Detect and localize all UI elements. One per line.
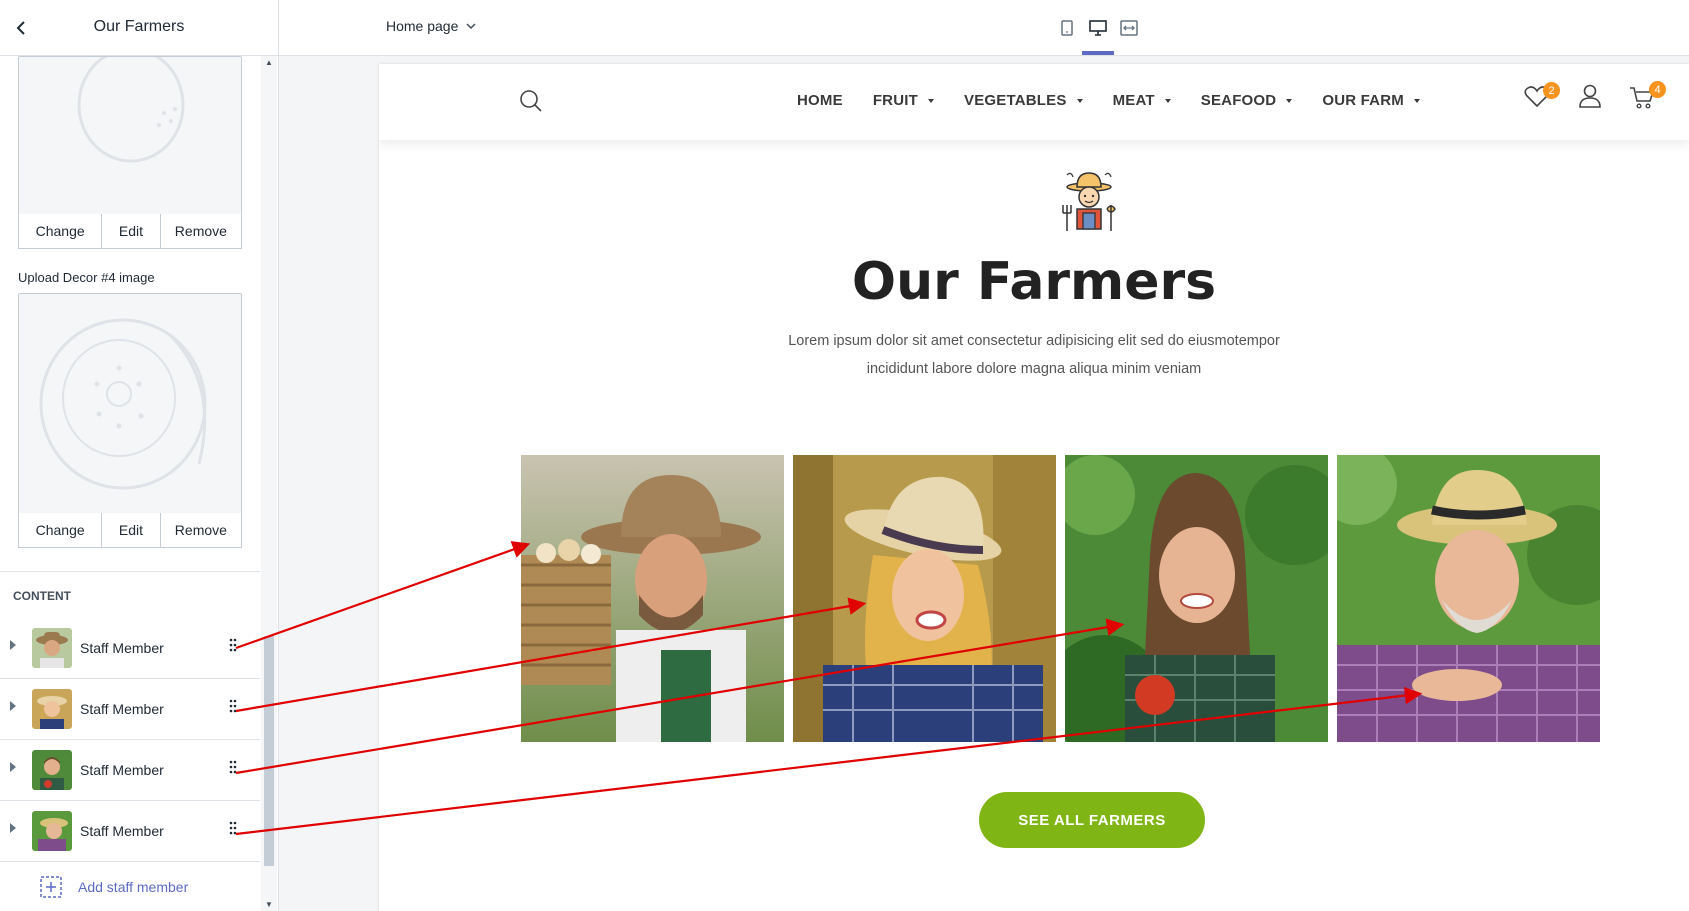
drag-handle-icon[interactable] [228,636,238,654]
content-heading: CONTENT [13,589,71,603]
farmer-photo-1[interactable] [521,455,784,742]
staff-thumbnail-3 [32,750,72,790]
fullwidth-view-button[interactable] [1117,16,1141,40]
lemon-illustration [77,47,185,163]
add-staff-member-label: Add staff member [78,879,189,895]
nav-home[interactable]: HOME [797,92,843,109]
dropdown-caret-icon [1413,98,1420,103]
nav-seafood-label: SEAFOOD [1200,92,1277,109]
scroll-down-icon[interactable]: ▼ [265,900,273,909]
decor-image-4-preview[interactable] [18,293,242,515]
staff-member-label: Staff Member [80,701,164,717]
staff-member-row-1[interactable]: Staff Member [0,618,260,679]
dropdown-caret-icon [1076,98,1083,103]
staff-member-label: Staff Member [80,640,164,656]
sidebar-title: Our Farmers [93,18,185,35]
nav-our-farm-label: OUR FARM [1322,92,1404,109]
page-selector[interactable]: Home page [386,18,476,34]
wishlist-count-badge: 2 [1543,82,1560,99]
expand-caret-icon[interactable] [10,701,16,711]
dropdown-caret-icon [1286,98,1293,103]
staff-thumbnail-1 [32,628,72,668]
edit-image-button[interactable]: Edit [102,214,161,248]
content-section-header: CONTENT [0,571,260,619]
farmer-icon [1062,172,1116,231]
staff-member-row-2[interactable]: Staff Member [0,679,260,740]
change-image-button[interactable]: Change [19,214,103,248]
desktop-icon [1089,20,1107,36]
farmer-photo-4[interactable] [1337,455,1600,742]
staff-thumbnail-2 [32,689,72,729]
active-device-indicator [1082,51,1114,55]
see-all-farmers-button[interactable]: SEE ALL FARMERS [979,792,1205,848]
expand-caret-icon[interactable] [10,640,16,650]
user-icon[interactable] [1579,84,1601,108]
farmer-photo-2[interactable] [793,455,1056,742]
page-selector-value: Home page [386,18,459,34]
dropdown-caret-icon [927,98,934,103]
staff-member-label: Staff Member [80,823,164,839]
mobile-icon [1061,20,1073,36]
section-subtitle: Lorem ipsum dolor sit amet consectetur a… [788,333,1280,377]
upload-decor-4-label: Upload Decor #4 image [18,270,155,285]
nav-our-farm[interactable]: OUR FARM [1322,92,1420,109]
nav-meat[interactable]: MEAT [1113,92,1171,109]
chevron-down-icon [466,23,476,29]
main-nav: HOME FRUIT VEGETABLES MEAT SEAFOOD OUR F… [797,92,1450,109]
staff-member-row-3[interactable]: Staff Member [0,740,260,801]
nav-seafood[interactable]: SEAFOOD [1201,92,1293,109]
expand-caret-icon[interactable] [10,823,16,833]
drag-handle-icon[interactable] [228,758,238,776]
decor-image-3-preview [18,47,242,216]
scrollbar-thumb[interactable] [264,636,274,866]
expand-caret-icon[interactable] [10,762,16,772]
cart-count-badge: 4 [1649,81,1666,98]
remove-image-button[interactable]: Remove [161,513,241,547]
mobile-view-button[interactable] [1055,16,1079,40]
nav-vegetables[interactable]: VEGETABLES [964,92,1083,109]
editor-topbar: Home page [279,0,1689,56]
staff-thumbnail-4 [32,811,72,851]
remove-image-button[interactable]: Remove [161,214,241,248]
drag-handle-icon[interactable] [228,697,238,715]
nav-home-label: HOME [797,92,843,109]
back-button[interactable] [8,14,36,42]
fullwidth-icon [1120,20,1138,36]
kiwi-illustration [39,318,207,490]
sidebar-header: Our Farmers [0,0,278,56]
staff-member-label: Staff Member [80,762,164,778]
nav-fruit[interactable]: FRUIT [873,92,934,109]
desktop-view-button[interactable] [1086,16,1110,40]
store-header: HOME FRUIT VEGETABLES MEAT SEAFOOD OUR F… [379,64,1689,140]
drag-handle-icon[interactable] [228,819,238,837]
nav-meat-label: MEAT [1112,92,1155,109]
farmer-photo-3[interactable] [1065,455,1328,742]
decor-image-3-actions: Change Edit Remove [18,214,242,249]
sidebar-scrollbar[interactable]: ▲ ▼ [261,56,277,911]
nav-vegetables-label: VEGETABLES [963,92,1067,109]
search-icon[interactable] [519,89,543,113]
add-block-icon [40,876,62,898]
change-image-button[interactable]: Change [19,513,103,547]
dropdown-caret-icon [1164,98,1171,103]
staff-member-row-4[interactable]: Staff Member [0,801,260,862]
nav-fruit-label: FRUIT [872,92,918,109]
scroll-up-icon[interactable]: ▲ [265,58,273,67]
theme-editor-sidebar: Our Farmers Change Edit Remove Upload De… [0,0,279,911]
chevron-left-icon [16,21,25,35]
section-title: Our Farmers [851,252,1217,312]
add-staff-member-button[interactable]: Add staff member [40,876,188,898]
decor-image-4-actions: Change Edit Remove [18,513,242,548]
edit-image-button[interactable]: Edit [102,513,161,547]
store-preview: HOME FRUIT VEGETABLES MEAT SEAFOOD OUR F… [379,64,1689,911]
